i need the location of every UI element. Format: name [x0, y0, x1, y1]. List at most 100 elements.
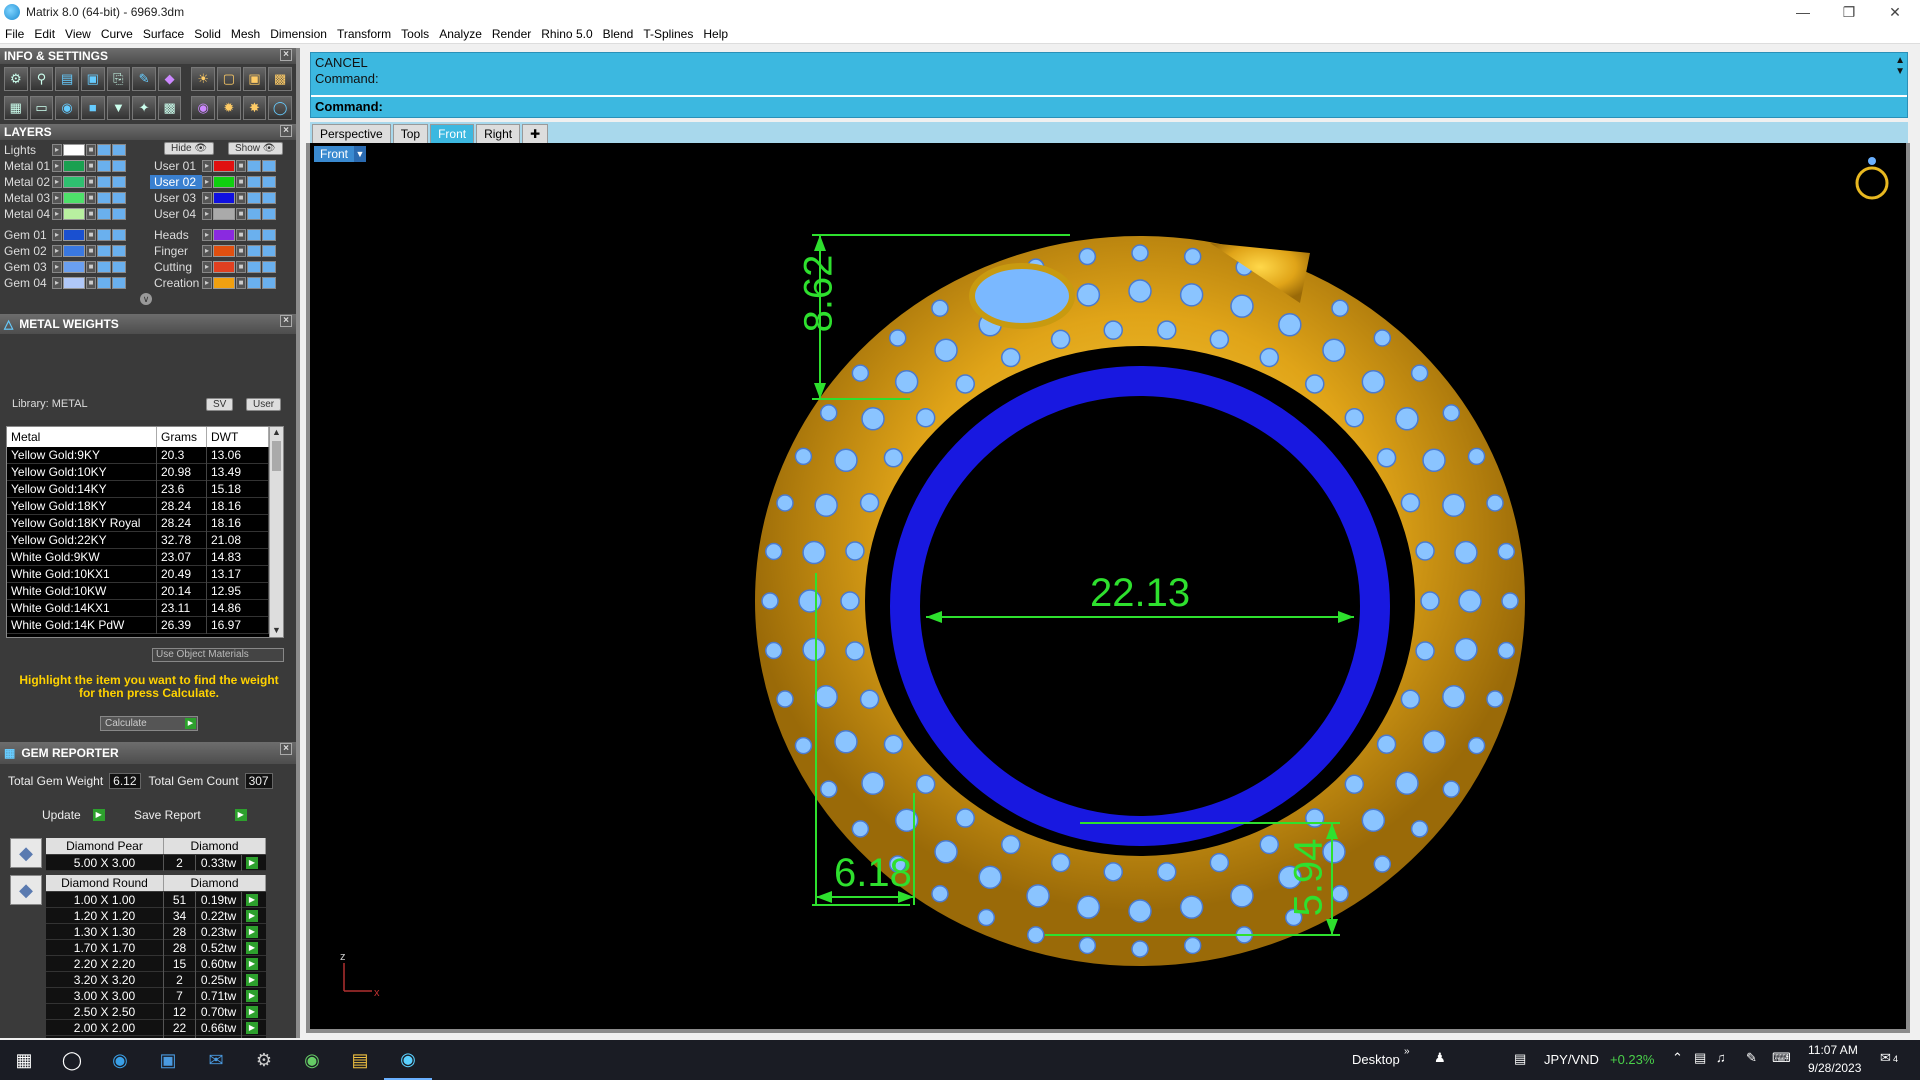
- search-icon[interactable]: ◯: [48, 1040, 96, 1080]
- select-arrow-icon[interactable]: ▶: [246, 909, 258, 922]
- render-toggle-icon[interactable]: [112, 143, 126, 156]
- cube-icon[interactable]: ■: [80, 95, 105, 120]
- add-tab-icon[interactable]: ✚: [522, 124, 549, 143]
- use-object-materials-checkbox[interactable]: Use Object Materials: [152, 648, 284, 662]
- expand-icon[interactable]: ▸: [202, 228, 212, 241]
- table-row[interactable]: White Gold:14K PdW 26.39 16.97: [7, 616, 283, 634]
- sphere-icon[interactable]: ◉: [55, 95, 79, 120]
- lock-icon[interactable]: ■: [86, 228, 96, 241]
- lock-icon[interactable]: ■: [236, 228, 246, 241]
- expand-icon[interactable]: ▸: [52, 276, 62, 289]
- select-arrow-icon[interactable]: ▶: [246, 1021, 258, 1034]
- select-arrow-icon[interactable]: ▶: [246, 1005, 258, 1018]
- layer-cutting[interactable]: Cutting ▸ ■: [150, 259, 277, 274]
- scroll-up-icon[interactable]: ▲: [270, 427, 283, 441]
- table-row[interactable]: Yellow Gold:14KY 23.6 15.18: [7, 480, 283, 498]
- desktop-label[interactable]: Desktop: [1352, 1052, 1400, 1067]
- menu-tsplines[interactable]: T-Splines: [638, 27, 698, 41]
- close-icon[interactable]: ×: [280, 743, 292, 755]
- lock-icon[interactable]: ■: [236, 191, 246, 204]
- layers-icon[interactable]: ▤: [55, 66, 79, 91]
- color-swatch[interactable]: [63, 228, 85, 241]
- burst-icon[interactable]: ✸: [242, 95, 267, 120]
- layer-gem-02[interactable]: Gem 02 ▸ ■: [0, 243, 127, 258]
- visibility-icon[interactable]: [247, 159, 261, 172]
- render-toggle-icon[interactable]: [112, 207, 126, 220]
- visibility-icon[interactable]: [247, 207, 261, 220]
- expand-icon[interactable]: ▸: [202, 207, 212, 220]
- volume-icon[interactable]: ♫: [1716, 1050, 1726, 1065]
- hide-button[interactable]: Hide 👁: [164, 142, 215, 155]
- layer-metal-02[interactable]: Metal 02 ▸ ■: [0, 174, 127, 189]
- expand-icon[interactable]: ▸: [52, 244, 62, 257]
- render-toggle-icon[interactable]: [112, 244, 126, 257]
- restore-icon[interactable]: ❐: [1826, 0, 1872, 24]
- layer-user-02[interactable]: User 02 ▸ ■: [150, 174, 277, 189]
- window-icon[interactable]: ▭: [29, 95, 54, 120]
- layer-finger[interactable]: Finger ▸ ■: [150, 243, 277, 258]
- render-toggle-icon[interactable]: [262, 207, 276, 220]
- lock-icon[interactable]: ■: [236, 175, 246, 188]
- color-swatch[interactable]: [213, 260, 235, 273]
- color-swatch[interactable]: [213, 207, 235, 220]
- menu-render[interactable]: Render: [487, 27, 536, 41]
- render-toggle-icon[interactable]: [112, 175, 126, 188]
- scroll-icon[interactable]: ▲ ▼: [1895, 55, 1905, 77]
- calculate-button[interactable]: Calculate ▶: [100, 716, 198, 731]
- mail-icon[interactable]: ✉: [192, 1040, 240, 1080]
- currency-pair[interactable]: JPY/VND: [1544, 1052, 1599, 1067]
- render-toggle-icon[interactable]: [262, 244, 276, 257]
- select-arrow-icon[interactable]: ▶: [246, 957, 258, 970]
- menu-tools[interactable]: Tools: [396, 27, 434, 41]
- box-icon[interactable]: ▣: [80, 66, 105, 91]
- expand-icon[interactable]: ▸: [202, 260, 212, 273]
- viewport-front[interactable]: Front ▼ z x 8.62 22.13 6.18 5.94: [306, 143, 1910, 1033]
- expand-icon[interactable]: ▸: [202, 276, 212, 289]
- layer-gem-01[interactable]: Gem 01 ▸ ■: [0, 227, 127, 242]
- table-row[interactable]: White Gold:10KW 20.14 12.95: [7, 582, 283, 600]
- zoom-icon[interactable]: ⚲: [29, 66, 54, 91]
- select-arrow-icon[interactable]: ▶: [246, 856, 258, 869]
- lock-icon[interactable]: ■: [236, 159, 246, 172]
- menu-analyze[interactable]: Analyze: [434, 27, 487, 41]
- clock-time[interactable]: 11:07 AM: [1808, 1043, 1858, 1057]
- settings-icon[interactable]: ⚙: [4, 66, 28, 91]
- edge-icon[interactable]: ◉: [96, 1040, 144, 1080]
- layer-metal-01[interactable]: Metal 01 ▸ ■: [0, 158, 127, 173]
- menu-solid[interactable]: Solid: [189, 27, 226, 41]
- visibility-icon[interactable]: [247, 244, 261, 257]
- update-button[interactable]: Update ▶: [42, 808, 105, 822]
- tab-right[interactable]: Right: [476, 124, 521, 143]
- edit-icon[interactable]: ✎: [132, 66, 156, 91]
- grid2-icon[interactable]: ▩: [157, 95, 182, 120]
- collapse-icon[interactable]: ∨: [140, 293, 152, 305]
- expand-icon[interactable]: ▸: [52, 207, 62, 220]
- expand-icon[interactable]: ▸: [202, 175, 212, 188]
- color-swatch[interactable]: [213, 175, 235, 188]
- column-metal[interactable]: Metal: [7, 427, 157, 447]
- minimize-icon[interactable]: —: [1780, 0, 1826, 24]
- table-row[interactable]: Yellow Gold:9KY 20.3 13.06: [7, 446, 283, 464]
- layer-heads[interactable]: Heads ▸ ■: [150, 227, 277, 242]
- visibility-icon[interactable]: [97, 143, 111, 156]
- pen-icon[interactable]: ✎: [1746, 1050, 1757, 1066]
- layer-gem-03[interactable]: Gem 03 ▸ ■: [0, 259, 127, 274]
- list-item[interactable]: 5.00 X 3.00 2 0.33tw ▶: [46, 854, 266, 871]
- layer-user-01[interactable]: User 01 ▸ ■: [150, 158, 277, 173]
- menu-file[interactable]: File: [0, 27, 29, 41]
- document-icon[interactable]: ⎘: [106, 66, 131, 91]
- expand-icon[interactable]: ▸: [52, 191, 62, 204]
- keyboard-icon[interactable]: ⌨: [1772, 1050, 1791, 1066]
- color-swatch[interactable]: [63, 191, 85, 204]
- layer-creation[interactable]: Creation ▸ ■: [150, 275, 277, 290]
- table-row[interactable]: White Gold:9KW 23.07 14.83: [7, 548, 283, 566]
- render-toggle-icon[interactable]: [262, 260, 276, 273]
- explode-icon[interactable]: ✹: [217, 95, 241, 120]
- table-row[interactable]: Yellow Gold:10KY 20.98 13.49: [7, 463, 283, 481]
- layer-metal-03[interactable]: Metal 03 ▸ ■: [0, 190, 127, 205]
- render-toggle-icon[interactable]: [262, 228, 276, 241]
- visibility-icon[interactable]: [97, 244, 111, 257]
- show-button[interactable]: Show 👁: [228, 142, 283, 155]
- render-toggle-icon[interactable]: [112, 191, 126, 204]
- expand-icon[interactable]: ▸: [202, 191, 212, 204]
